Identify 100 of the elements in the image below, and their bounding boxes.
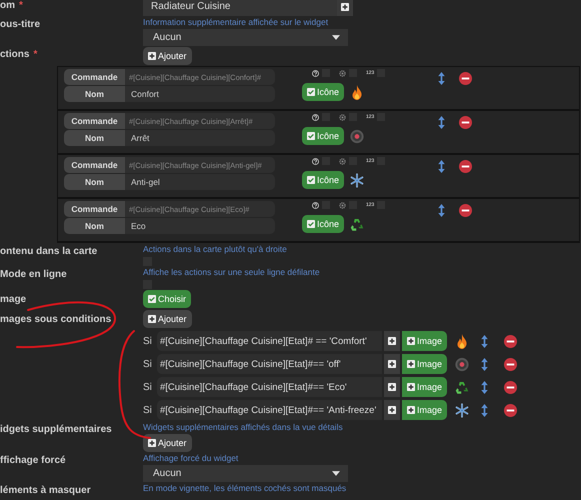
power-button-icon <box>350 128 364 144</box>
plus-icon <box>388 383 396 391</box>
add-button[interactable] <box>384 354 400 374</box>
image-button[interactable]: Image <box>402 400 448 420</box>
name-field[interactable]: Eco <box>125 218 275 234</box>
name-label: Nom <box>64 86 125 102</box>
field-label: léments à masquer <box>0 485 91 496</box>
checkbox[interactable] <box>143 280 152 289</box>
add-button[interactable]: Ajouter <box>143 310 192 328</box>
field-label: ontenu dans la carte <box>0 246 98 259</box>
remove-icon[interactable] <box>504 334 518 348</box>
field-label: om <box>0 0 15 13</box>
plus-icon <box>388 360 396 368</box>
up-down-arrow-icon[interactable] <box>438 160 445 173</box>
field-hint: Actions dans la carte plutôt qu'à droite <box>143 244 287 254</box>
up-down-arrow-icon[interactable] <box>481 404 488 416</box>
up-down-arrow-icon[interactable] <box>481 358 488 370</box>
power-button-icon <box>455 356 470 372</box>
remove-icon[interactable] <box>504 404 518 416</box>
add-button[interactable] <box>384 331 400 351</box>
name-field[interactable]: Arrêt <box>125 130 275 146</box>
recycle-icon <box>350 216 364 232</box>
field-label: ous-titre <box>0 19 40 32</box>
condition-prefix: Si <box>143 382 153 392</box>
add-button[interactable] <box>337 0 353 16</box>
plus-icon <box>148 52 156 60</box>
remove-icon[interactable] <box>459 160 472 173</box>
gear-icon <box>339 70 346 76</box>
plus-icon <box>341 3 349 11</box>
command-label: Commande <box>64 201 125 217</box>
up-down-arrow-icon[interactable] <box>438 204 445 217</box>
image-button[interactable]: Image <box>402 354 448 374</box>
remove-icon[interactable] <box>504 358 518 370</box>
field-label: mage <box>0 294 26 304</box>
plus-icon <box>388 406 396 414</box>
condition-field[interactable]: #[Cuisine][Chauffage Cuisine][Etat]# == 'Comfort' <box>157 331 382 351</box>
plus-icon <box>407 360 415 368</box>
icon-button[interactable]: Icône <box>302 215 344 233</box>
forced-display-dropdown[interactable]: Aucun <box>143 465 348 482</box>
add-button[interactable] <box>384 377 400 397</box>
up-down-arrow-icon[interactable] <box>438 72 445 85</box>
remove-icon[interactable] <box>459 116 472 129</box>
up-down-arrow-icon[interactable] <box>438 116 445 129</box>
plus-icon <box>407 383 415 391</box>
gear-icon <box>339 114 346 120</box>
condition-field[interactable]: #[Cuisine][Chauffage Cuisine][Etat]#== 'Eco' <box>157 377 382 397</box>
flame-icon <box>455 334 470 348</box>
up-down-arrow-icon[interactable] <box>481 380 488 394</box>
icon-button[interactable]: Icône <box>302 127 344 145</box>
dropdown-caret-icon <box>332 471 340 476</box>
remove-icon[interactable] <box>504 380 518 394</box>
field-label: ctions <box>0 49 30 62</box>
required-mark: * <box>33 49 38 62</box>
dropdown-caret-icon <box>332 35 340 40</box>
condition-prefix: Si <box>143 336 153 346</box>
condition-field[interactable]: #[Cuisine][Chauffage Cuisine][Etat]#== 'off' <box>157 354 382 374</box>
plus-icon <box>388 337 396 345</box>
add-button[interactable]: Ajouter <box>143 47 192 65</box>
required-mark: * <box>19 0 23 13</box>
name-label: Nom <box>64 174 125 190</box>
add-button[interactable] <box>384 400 400 420</box>
plus-icon <box>407 406 415 414</box>
snowflake-icon <box>350 172 364 188</box>
help-icon <box>312 70 319 76</box>
field-hint: En mode vignette, les éléments cochés sont masqués <box>143 483 346 493</box>
condition-prefix: Si <box>143 358 153 370</box>
name-label: Nom <box>64 130 125 146</box>
remove-icon[interactable] <box>459 72 472 85</box>
name-field[interactable]: Radiateur Cuisine <box>143 0 337 16</box>
image-button[interactable]: Image <box>402 331 448 351</box>
condition-prefix: Si <box>143 404 153 416</box>
snowflake-icon <box>455 402 470 418</box>
field-hint: Widgets supplémentaires affichés dans la vue détails <box>143 422 343 432</box>
field-hint: Affichage forcé du widget <box>143 453 238 463</box>
help-icon <box>312 202 319 208</box>
choose-button[interactable]: Choisir <box>143 290 192 308</box>
gear-icon <box>339 202 346 208</box>
command-label: Commande <box>64 69 125 85</box>
subtitle-dropdown[interactable]: Aucun <box>143 29 348 46</box>
add-button[interactable]: Ajouter <box>143 434 192 452</box>
flame-icon <box>350 84 364 100</box>
icon-button[interactable]: Icône <box>302 171 344 189</box>
command-label: Commande <box>64 157 125 173</box>
up-down-arrow-icon[interactable] <box>481 334 488 348</box>
remove-icon[interactable] <box>459 204 472 217</box>
field-label: Mode en ligne <box>0 269 67 282</box>
recycle-icon <box>455 380 470 394</box>
field-hint: Information supplémentaire affichée sur le widget <box>143 17 328 27</box>
name-label: Nom <box>64 218 125 234</box>
condition-field[interactable]: #[Cuisine][Chauffage Cuisine][Etat]#== 'Anti-freeze' <box>157 400 382 420</box>
icon-button[interactable]: Icône <box>302 83 344 101</box>
name-field[interactable]: Confort <box>125 86 275 102</box>
image-button[interactable]: Image <box>402 377 448 397</box>
name-field[interactable]: Anti-gel <box>125 174 275 190</box>
command-label: Commande <box>64 113 125 129</box>
help-icon <box>312 158 319 164</box>
field-label: idgets supplémentaires <box>0 424 112 437</box>
help-icon <box>312 114 319 120</box>
plus-icon <box>407 337 415 345</box>
plus-icon <box>148 315 156 323</box>
